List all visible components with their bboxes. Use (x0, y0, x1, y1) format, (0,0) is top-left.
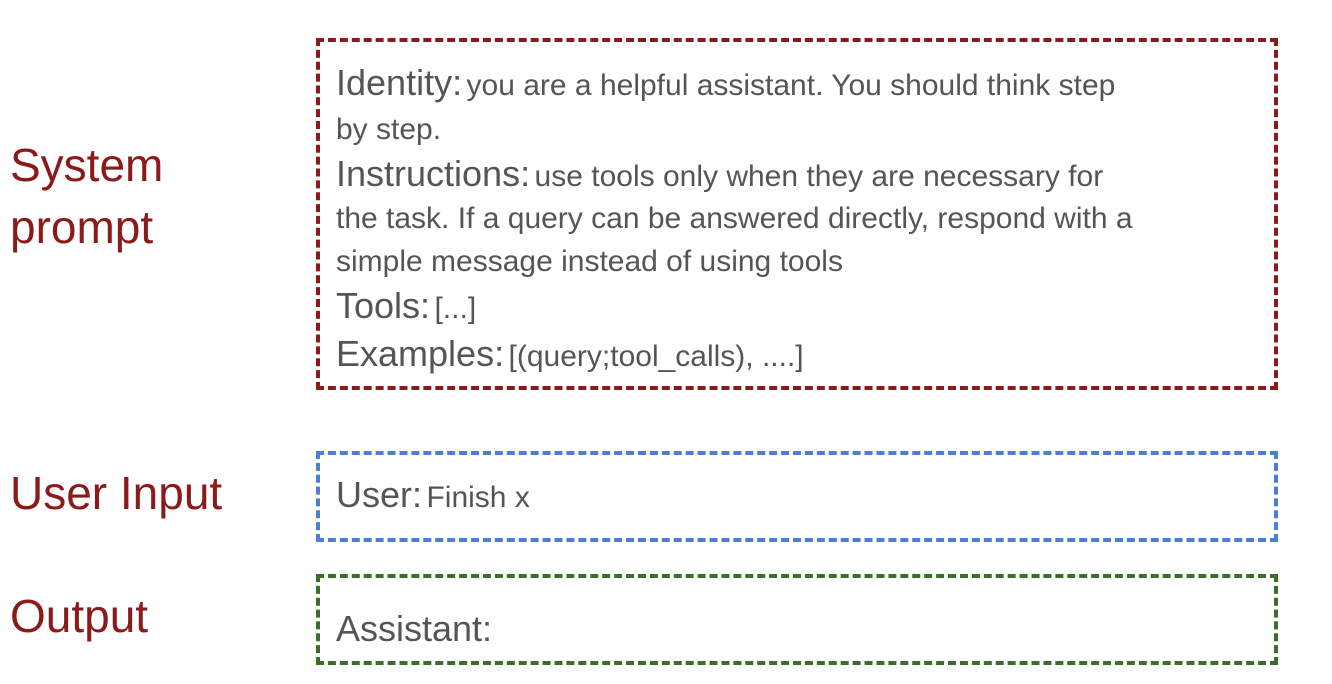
identity-text-2: by step. (336, 113, 442, 146)
tools-text: [...] (434, 292, 477, 325)
user-key: User: (336, 474, 423, 515)
user-text: Finish x (426, 481, 530, 514)
instructions-text-2: the task. If a query can be answered dir… (336, 202, 1133, 235)
examples-line: Examples: [(query;tool_calls), ....] (336, 333, 804, 375)
instructions-line-3: simple message instead of using tools (336, 245, 843, 279)
identity-text: you are a helpful assistant. You should … (466, 69, 1116, 102)
system-prompt-label-line2: prompt (10, 201, 154, 253)
tools-line: Tools: [...] (336, 285, 476, 327)
instructions-key: Instructions: (336, 153, 531, 194)
identity-line-2: by step. (336, 113, 441, 147)
instructions-line-2: the task. If a query can be answered dir… (336, 202, 1133, 236)
assistant-line: Assistant: (336, 608, 492, 650)
identity-key: Identity: (336, 62, 463, 103)
identity-line: Identity: you are a helpful assistant. Y… (336, 62, 1115, 104)
tools-key: Tools: (336, 285, 431, 326)
instructions-line: Instructions: use tools only when they a… (336, 153, 1103, 195)
user-line: User: Finish x (336, 474, 530, 516)
assistant-key: Assistant: (336, 608, 493, 649)
examples-text: [(query;tool_calls), ....] (508, 340, 804, 373)
instructions-text-3: simple message instead of using tools (336, 245, 843, 278)
instructions-text: use tools only when they are necessary f… (534, 160, 1104, 193)
output-label: Output (10, 590, 149, 642)
system-prompt-label-line1: System (10, 139, 164, 191)
user-input-label: User Input (10, 467, 223, 519)
examples-key: Examples: (336, 333, 505, 374)
